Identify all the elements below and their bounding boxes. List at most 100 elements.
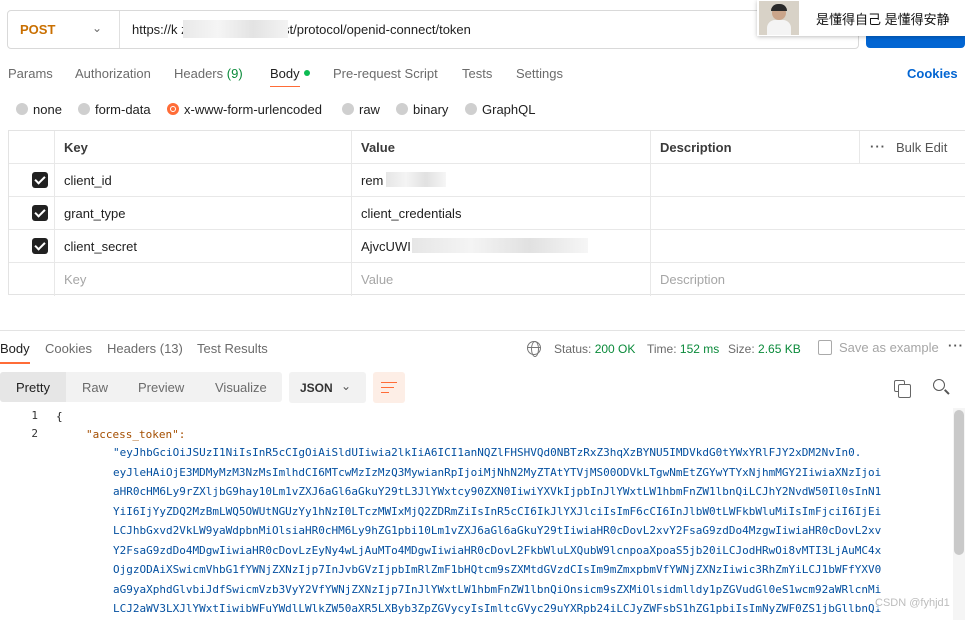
checkbox-icon[interactable] [32, 172, 48, 188]
key-placeholder[interactable]: Key [64, 272, 86, 287]
time-readout: Time: 152 ms [647, 342, 719, 356]
tab-body-label: Body [270, 66, 300, 81]
response-tab-body[interactable]: Body [0, 341, 30, 364]
radio-icon [78, 103, 90, 115]
status-label: Status: [554, 342, 592, 356]
format-select[interactable]: JSON ⌄ [289, 372, 366, 403]
param-key[interactable]: client_id [64, 173, 112, 188]
radio-icon [16, 103, 28, 115]
response-code-viewer[interactable]: 1 2 { "access_token": "eyJhbGciOiJSUzI1N… [0, 408, 965, 620]
redacted-blur [412, 238, 588, 253]
radio-selected-icon [167, 103, 179, 115]
method-select[interactable]: POST ⌄ [8, 11, 120, 48]
request-url-bar: POST ⌄ https://k zhi.com/realms/test/pro… [7, 10, 859, 49]
size-value: 2.65 KB [758, 342, 801, 356]
save-as-example-button[interactable]: Save as example [839, 340, 939, 355]
param-value[interactable]: rem [361, 173, 383, 188]
params-table: Key Value Description ··· Bulk Edit clien… [8, 130, 965, 296]
response-tab-headers[interactable]: Headers (13) [107, 341, 183, 356]
tab-headers[interactable]: Headers (9) [174, 66, 243, 81]
table-row: grant_type client_credentials [9, 197, 965, 230]
token-line: aHR0cHM6Ly9rZXljbG9hay10Lm1vZXJ6aGl6aGku… [113, 485, 882, 498]
column-header-description: Description [660, 140, 732, 155]
copy-icon[interactable] [894, 380, 911, 398]
checkbox-icon[interactable] [32, 238, 48, 254]
description-placeholder[interactable]: Description [660, 272, 725, 287]
tab-tests[interactable]: Tests [462, 66, 492, 81]
radio-label: form-data [95, 102, 151, 117]
bulk-edit-label: Bulk Edit [896, 140, 948, 155]
redacted-blur [386, 172, 446, 187]
chevron-down-icon: ⌄ [341, 379, 352, 393]
size-readout: Size: 2.65 KB [728, 342, 801, 356]
more-options-icon: ··· [870, 139, 886, 154]
table-header-row: Key Value Description ··· Bulk Edit [9, 131, 965, 164]
radio-label: binary [413, 102, 449, 117]
modified-dot-icon [303, 70, 310, 76]
chevron-down-icon: ⌄ [92, 21, 103, 35]
token-line: LCJ2aWV3LXJlYWxtIiwibWFuYWdlLWlkZW50aXR5… [113, 602, 882, 615]
radio-icon [396, 103, 408, 115]
view-tab-raw[interactable]: Raw [82, 380, 108, 395]
redacted-blur [183, 20, 288, 38]
response-tab-test-results[interactable]: Test Results [197, 341, 268, 356]
param-description[interactable] [650, 164, 965, 197]
save-icon [818, 340, 832, 355]
tab-body[interactable]: Body [270, 66, 310, 87]
line-number: 1 [31, 409, 38, 422]
status-value: 200 OK [594, 342, 636, 356]
headers-count: (9) [226, 66, 243, 81]
status-readout: Status: 200 OK [554, 342, 635, 356]
radio-label: raw [359, 102, 380, 117]
token-line: eyJleHAiOjE3MDMyMzM3NzMsImlhdCI6MTcwMzIz… [113, 465, 882, 479]
table-row-empty: Key Value Description [9, 263, 965, 296]
param-value[interactable]: client_credentials [361, 206, 461, 221]
method-label: POST [20, 22, 56, 37]
tab-authorization[interactable]: Authorization [75, 66, 151, 81]
token-line: Y2FsaG9zdDo4MDgwIiwiaHR0cDovLzEyNy4wLjAu… [113, 543, 882, 557]
bulk-edit-button[interactable]: ··· Bulk Edit [859, 131, 965, 164]
code-brace: { [56, 410, 63, 423]
param-value[interactable]: AjvcUWI [361, 239, 411, 254]
globe-icon[interactable] [527, 341, 541, 357]
view-tab-preview[interactable]: Preview [138, 380, 184, 395]
tab-headers-label: Headers [174, 66, 224, 81]
token-line: LCJhbGxvd2VkLW9yaWdpbnMiOlsiaHR0cHM6Ly9h… [113, 524, 882, 537]
param-key[interactable]: client_secret [64, 239, 137, 254]
radio-label: none [33, 102, 62, 117]
tab-settings[interactable]: Settings [516, 66, 563, 81]
response-tab-cookies[interactable]: Cookies [45, 341, 92, 356]
search-icon[interactable] [933, 379, 945, 391]
radio-icon [465, 103, 477, 115]
table-row: client_secret AjvcUWI [9, 230, 965, 263]
time-label: Time: [647, 342, 677, 356]
radio-label: x-www-form-urlencoded [184, 102, 322, 117]
time-value: 152 ms [679, 342, 720, 356]
column-header-key: Key [64, 140, 88, 155]
token-line: OjgzODAiXSwicmVhbG1fYWNjZXNzIjp7InJvbGVz… [113, 563, 882, 576]
wrap-lines-button[interactable] [373, 372, 405, 403]
avatar [759, 1, 799, 35]
code-key: "access_token": [86, 428, 186, 441]
radio-label: GraphQL [482, 102, 536, 117]
token-line: aG9yaXphdGlvbiJdfSwicmVzb3VyY2VfYWNjZXNz… [113, 582, 882, 596]
view-tab-visualize[interactable]: Visualize [215, 380, 267, 395]
format-label: JSON [300, 381, 333, 395]
watermark: CSDN @fyhjd1 [875, 597, 950, 609]
param-description[interactable] [650, 197, 965, 230]
notification-popup[interactable]: 是懂得自己 是懂得安静 [757, 0, 965, 36]
view-tab-pretty[interactable]: Pretty [16, 380, 50, 395]
line-number: 2 [31, 427, 38, 440]
notification-text: 是懂得自己 是懂得安静 [816, 12, 950, 27]
cookies-link[interactable]: Cookies [907, 66, 958, 81]
value-placeholder[interactable]: Value [361, 272, 393, 287]
checkbox-icon[interactable] [32, 205, 48, 221]
param-key[interactable]: grant_type [64, 206, 125, 221]
radio-icon [342, 103, 354, 115]
size-label: Size: [728, 342, 755, 356]
scrollbar-thumb[interactable] [954, 410, 964, 555]
param-description[interactable] [650, 230, 965, 263]
tab-prerequest-script[interactable]: Pre-request Script [333, 66, 438, 81]
tab-params[interactable]: Params [8, 66, 53, 81]
more-options-icon[interactable]: ··· [948, 338, 964, 353]
